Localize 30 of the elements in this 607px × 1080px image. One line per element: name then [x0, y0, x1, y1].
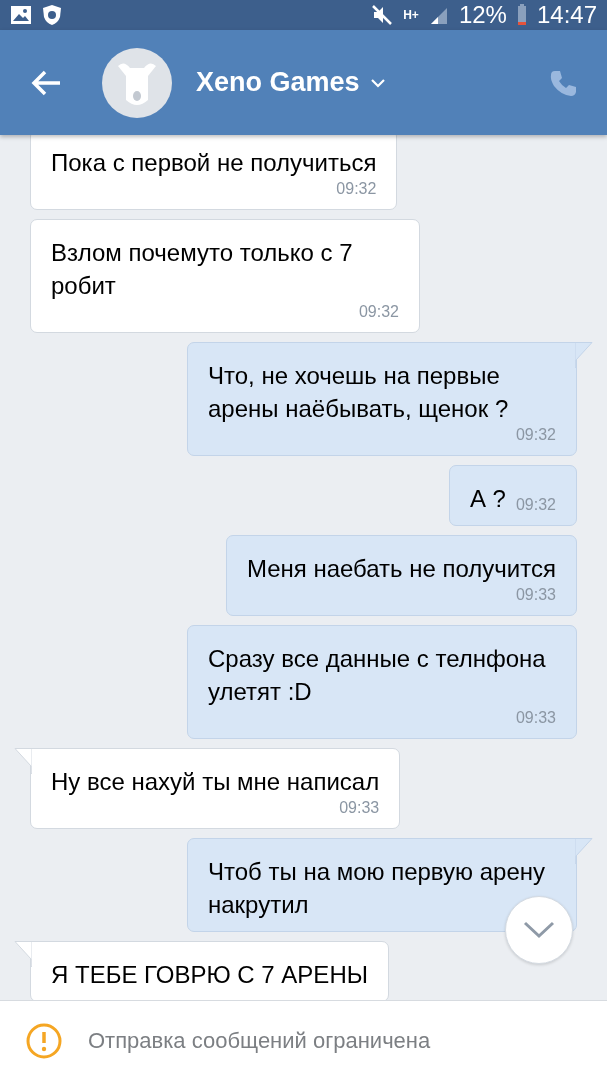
gallery-icon — [10, 5, 32, 25]
message-text: А ? — [469, 484, 506, 514]
mute-icon — [371, 4, 394, 26]
message-time: 09:33 — [514, 708, 556, 728]
message-time: 09:32 — [357, 302, 399, 322]
warning-icon — [26, 1022, 62, 1059]
chat-title[interactable]: Xeno Games — [196, 62, 360, 103]
message-time: 09:32 — [514, 425, 556, 445]
message-text: Что, не хочешь на первые арены наёбывать, щенок ? — [208, 361, 510, 424]
message-text: Пока с первой не получиться — [51, 148, 377, 178]
avatar-icon[interactable] — [102, 47, 172, 118]
notice-text: Отправка сообщений ограничена — [88, 1027, 431, 1055]
chevron-down-icon — [523, 921, 555, 939]
battery-percent: 12% — [458, 0, 507, 30]
message-text: Чтоб ты на мою первую арену накрутил — [208, 857, 547, 920]
message-time: 09:32 — [335, 179, 377, 199]
caret-icon[interactable] — [369, 77, 386, 88]
message-time: 09:32 — [515, 495, 556, 515]
status-time: 14:47 — [536, 0, 597, 30]
message-text: Я ТЕБЕ ГОВРЮ С 7 АРЕНЫ — [51, 960, 368, 990]
message-text: Ну все нахуй ты мне написал — [51, 767, 380, 797]
battery-icon — [516, 4, 527, 26]
message-time: 09:33 — [338, 798, 380, 818]
message-time: 09:33 — [514, 585, 556, 605]
message-text: Сразу все данные с телнфона улетят :D — [208, 644, 547, 707]
network-label: H+ — [403, 7, 419, 24]
shield-icon — [42, 4, 62, 26]
message-text: Меня наебать не получится — [246, 554, 556, 584]
back-icon[interactable] — [30, 68, 62, 97]
message-text: Взлом почемуто только с 7 робит — [51, 238, 354, 301]
